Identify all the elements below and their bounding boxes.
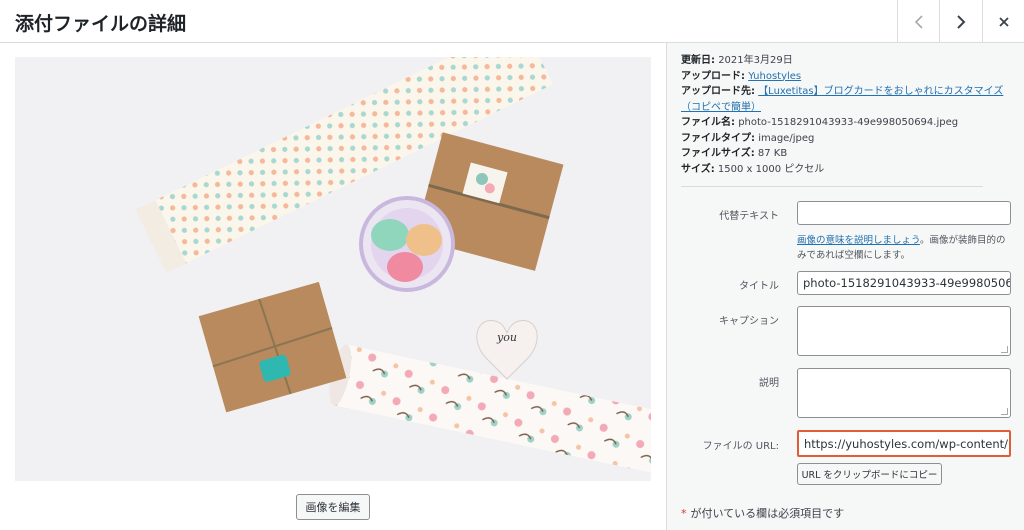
divider xyxy=(681,186,983,187)
title-input[interactable]: photo-1518291043933-49e998050694 xyxy=(797,271,1011,295)
caption-textarea[interactable] xyxy=(797,306,1011,356)
file-url-label: ファイルの URL: xyxy=(702,441,779,452)
uploader-row: アップロード: Yuhostyles xyxy=(681,70,802,82)
chevron-right-icon xyxy=(956,14,965,29)
caption-label: キャプション xyxy=(719,316,779,327)
filename-row: ファイル名: photo-1518291043933-49e998050694.… xyxy=(681,117,959,128)
uploader-link[interactable]: Yuhostyles xyxy=(748,71,801,82)
title-label: タイトル xyxy=(739,281,779,292)
attachment-image: you xyxy=(15,57,651,481)
close-icon xyxy=(998,16,1009,27)
modal-title: 添付ファイルの詳細 xyxy=(15,13,187,35)
gift-wrap-photo: you xyxy=(15,57,651,481)
edit-image-button[interactable]: 画像を編集 xyxy=(296,494,370,520)
next-button[interactable] xyxy=(939,0,981,43)
alt-text-input[interactable] xyxy=(797,201,1011,225)
previous-button[interactable] xyxy=(897,0,939,43)
alt-text-label: 代替テキスト xyxy=(719,211,779,222)
alt-text-help-link[interactable]: 画像の意味を説明しましょう xyxy=(797,235,920,246)
close-button[interactable] xyxy=(982,0,1024,43)
dimensions-row: サイズ: 1500 x 1000 ピクセル xyxy=(681,163,825,175)
copy-url-button[interactable]: URL をクリップボードにコピー xyxy=(797,463,942,485)
file-url-input[interactable]: https://yuhostyles.com/wp-content/upload… xyxy=(797,430,1011,457)
file-info: 更新日: 2021年3月29日 アップロード: Yuhostyles アップロー… xyxy=(681,53,1011,177)
attachment-details-modal: 添付ファイルの詳細 you 画像を編集 更新日: 2021年3月29日 アップロ… xyxy=(0,0,1024,530)
required-star: * xyxy=(681,507,687,520)
attachment-details-sidebar: 更新日: 2021年3月29日 アップロード: Yuhostyles アップロー… xyxy=(666,43,1024,530)
required-note: * が付いている欄は必須項目です xyxy=(681,507,845,520)
description-label: 説明 xyxy=(759,378,779,389)
svg-text:you: you xyxy=(496,331,517,344)
filesize-row: ファイルサイズ: 87 KB xyxy=(681,148,788,159)
media-preview-pane: you 画像を編集 xyxy=(0,43,666,530)
chevron-left-icon xyxy=(914,14,923,29)
uploaded-to-row: アップロード先: 【Luxetitas】ブログカードをおしゃれにカスタマイズ（コ… xyxy=(681,86,1004,113)
alt-text-help: 画像の意味を説明しましょう。画像が装飾目的のみであれば空欄にします。 xyxy=(797,235,1006,261)
filetype-row: ファイルタイプ: image/jpeg xyxy=(681,132,815,144)
description-textarea[interactable] xyxy=(797,368,1011,418)
updated-row: 更新日: 2021年3月29日 xyxy=(681,55,793,66)
modal-header: 添付ファイルの詳細 xyxy=(0,0,1024,43)
